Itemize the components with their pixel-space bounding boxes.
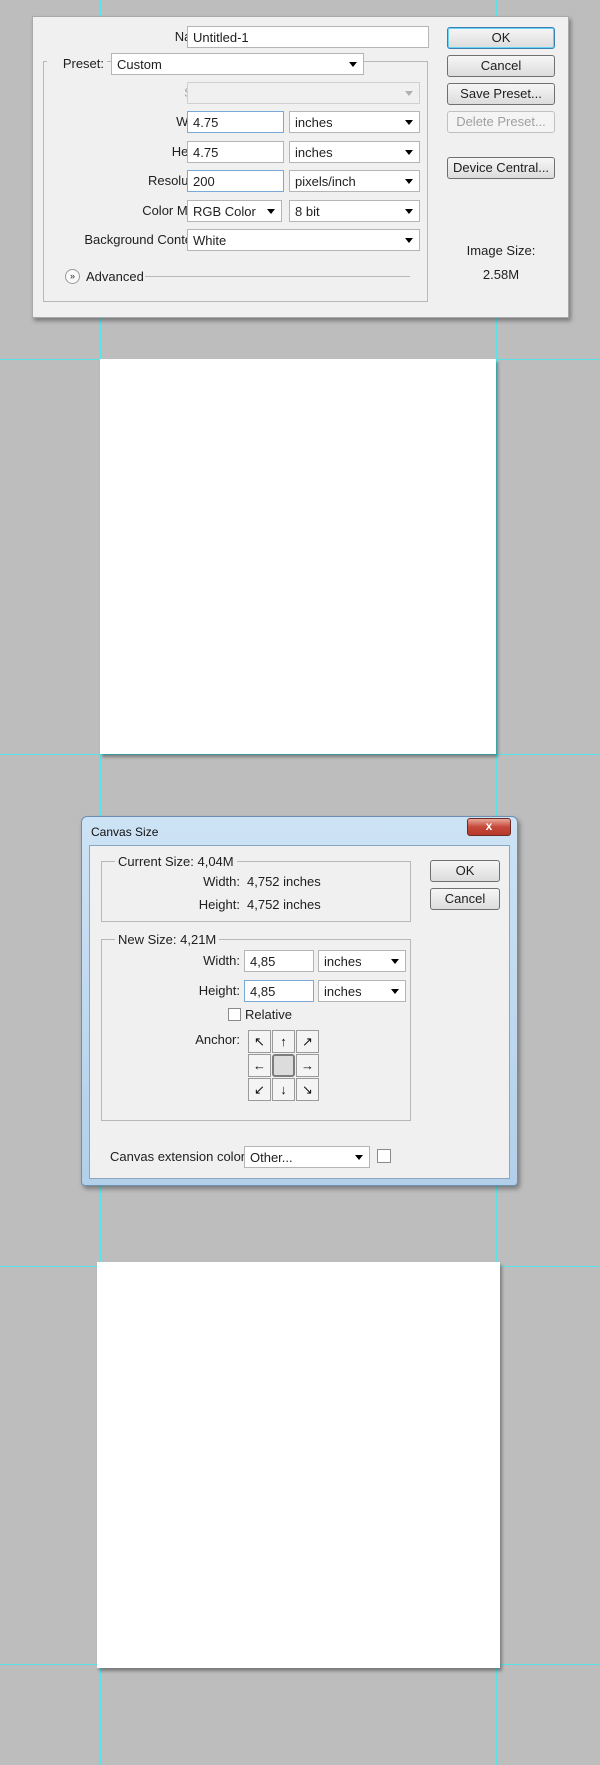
guide-horizontal-2[interactable] [0, 754, 600, 755]
preset-label: Preset: [47, 56, 107, 71]
extension-color-label: Canvas extension color: [110, 1149, 249, 1164]
extension-color-value: Other... [250, 1150, 293, 1165]
current-height-label: Height: [198, 897, 240, 912]
chevron-down-icon [349, 62, 357, 67]
chevron-down-icon [405, 209, 413, 214]
save-preset-button[interactable]: Save Preset... [447, 83, 555, 105]
canvas-size-dialog: Canvas Size x Current Size: 4,04M Width:… [81, 816, 518, 1186]
close-icon: x [485, 819, 493, 833]
relative-label[interactable]: Relative [245, 1007, 292, 1022]
anchor-label: Anchor: [195, 1032, 240, 1047]
current-size-groupbox [101, 861, 411, 922]
extension-color-swatch[interactable] [377, 1149, 391, 1163]
height-unit-value: inches [295, 145, 333, 160]
new-height-unit-value: inches [324, 984, 362, 999]
anchor-top-right[interactable]: ↗ [296, 1030, 319, 1053]
height-unit-select[interactable]: inches [289, 141, 420, 163]
new-height-unit-select[interactable]: inches [318, 980, 406, 1002]
current-height-value: 4,752 inches [247, 897, 321, 912]
document-canvas-top[interactable] [100, 359, 496, 754]
advanced-divider [145, 276, 410, 277]
chevron-down-icon [391, 959, 399, 964]
chevron-down-icon [405, 150, 413, 155]
anchor-left[interactable]: ← [248, 1054, 271, 1077]
background-contents-value: White [193, 233, 227, 248]
image-size-label: Image Size: [466, 243, 536, 258]
chevron-down-icon [405, 238, 413, 243]
anchor-center[interactable] [272, 1054, 295, 1077]
height-input[interactable]: 4.75 [187, 141, 284, 163]
size-select [187, 82, 420, 104]
anchor-top-left[interactable]: ↖ [248, 1030, 271, 1053]
background-contents-select[interactable]: White [187, 229, 420, 251]
new-height-label: Height: [198, 983, 240, 998]
close-button[interactable]: x [467, 818, 511, 836]
new-width-label: Width: [203, 953, 240, 968]
dialog-title: Canvas Size [91, 825, 159, 839]
anchor-right[interactable]: → [296, 1054, 319, 1077]
document-canvas-bottom[interactable] [97, 1262, 500, 1668]
resolution-unit-value: pixels/inch [295, 174, 356, 189]
preset-select[interactable]: Custom [111, 53, 364, 75]
width-unit-value: inches [295, 115, 333, 130]
bit-depth-value: 8 bit [295, 204, 320, 219]
extension-color-select[interactable]: Other... [244, 1146, 370, 1168]
current-width-value: 4,752 inches [247, 874, 321, 889]
anchor-bottom[interactable]: ↓ [272, 1078, 295, 1101]
expand-advanced-icon[interactable]: » [65, 269, 80, 284]
chevron-down-icon [391, 989, 399, 994]
new-document-dialog: Name: Untitled-1 Preset: Custom Size: Wi… [32, 16, 569, 318]
bit-depth-select[interactable]: 8 bit [289, 200, 420, 222]
chevron-down-icon [405, 179, 413, 184]
color-mode-value: RGB Color [193, 204, 256, 219]
image-size-value: 2.58M [482, 267, 520, 282]
color-mode-select[interactable]: RGB Color [187, 200, 282, 222]
anchor-bottom-right[interactable]: ↘ [296, 1078, 319, 1101]
chevron-down-icon [405, 120, 413, 125]
new-width-input[interactable]: 4,85 [244, 950, 314, 972]
new-size-legend: New Size: 4,21M [115, 932, 220, 947]
current-size-legend: Current Size: 4,04M [115, 854, 237, 869]
relative-checkbox[interactable] [228, 1008, 241, 1021]
chevron-down-icon [405, 91, 413, 96]
ok-button[interactable]: OK [447, 27, 555, 49]
advanced-label[interactable]: Advanced [86, 269, 144, 284]
current-width-label: Width: [203, 874, 240, 889]
chevron-down-icon [355, 1155, 363, 1160]
device-central-button[interactable]: Device Central... [447, 157, 555, 179]
width-unit-select[interactable]: inches [289, 111, 420, 133]
new-width-unit-value: inches [324, 954, 362, 969]
cancel-button[interactable]: Cancel [430, 888, 500, 910]
ok-button[interactable]: OK [430, 860, 500, 882]
anchor-grid: ↖ ↑ ↗ ← → ↙ ↓ ↘ [248, 1030, 319, 1101]
resolution-input[interactable]: 200 [187, 170, 284, 192]
resolution-unit-select[interactable]: pixels/inch [289, 170, 420, 192]
delete-preset-button: Delete Preset... [447, 111, 555, 133]
anchor-top[interactable]: ↑ [272, 1030, 295, 1053]
width-input[interactable]: 4.75 [187, 111, 284, 133]
anchor-bottom-left[interactable]: ↙ [248, 1078, 271, 1101]
chevron-down-icon [267, 209, 275, 214]
cancel-button[interactable]: Cancel [447, 55, 555, 77]
canvas-size-body: Current Size: 4,04M Width: 4,752 inches … [89, 845, 510, 1179]
new-height-input[interactable]: 4,85 [244, 980, 314, 1002]
name-input[interactable]: Untitled-1 [187, 26, 429, 48]
new-width-unit-select[interactable]: inches [318, 950, 406, 972]
preset-select-value: Custom [117, 57, 162, 72]
